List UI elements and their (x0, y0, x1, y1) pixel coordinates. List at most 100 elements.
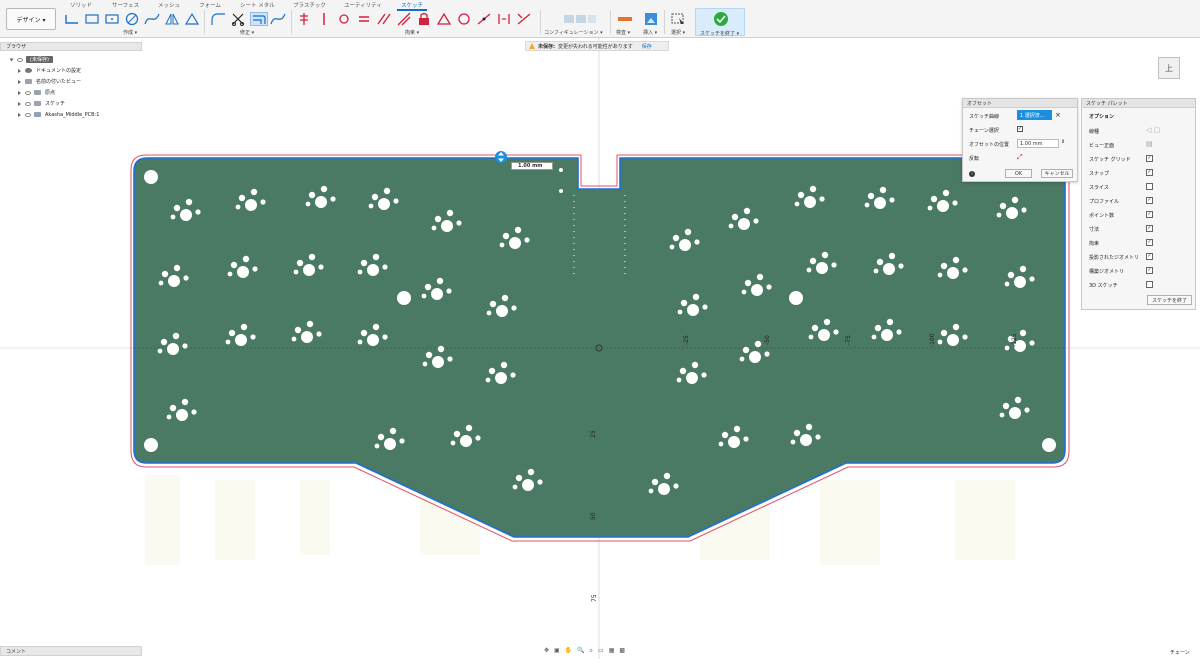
collinear-constraint-icon[interactable] (316, 12, 332, 26)
offset-drag-handle[interactable] (495, 151, 507, 163)
viewports-icon[interactable]: ▩ (619, 647, 625, 654)
expand-arrow-icon[interactable] (18, 101, 21, 106)
select-group-label[interactable]: 選択 ▾ (671, 29, 685, 36)
constraints-group-label[interactable]: 拘束 ▾ (405, 29, 419, 36)
ok-button[interactable]: OK (1005, 169, 1032, 178)
rectangle-tool-icon[interactable] (84, 12, 100, 26)
browser-panel-header[interactable]: ブラウザ (0, 42, 142, 51)
browser-item-component[interactable]: Akasha_Middle_PCB:1 (18, 110, 99, 119)
insert-image-icon[interactable] (643, 12, 659, 26)
construction-geometry-checkbox[interactable]: ✓ (1146, 267, 1153, 274)
configuration-icon[interactable] (560, 12, 600, 26)
zoom-icon[interactable]: 🔍 (577, 647, 584, 654)
coincident-constraint-icon[interactable] (296, 12, 312, 26)
circle-tool-icon[interactable] (124, 12, 140, 26)
tab-plastic[interactable]: プラスチック (293, 1, 326, 9)
finish-sketch-button[interactable]: スケッチを終了 (1147, 295, 1192, 305)
tangent-constraint-icon[interactable] (436, 12, 452, 26)
spline-tool-icon[interactable] (144, 12, 160, 26)
parallel-constraint-icon[interactable] (376, 12, 392, 26)
browser-item-sketches[interactable]: スケッチ (18, 99, 65, 108)
workspace-switcher-button[interactable]: デザイン ▾ (6, 8, 56, 30)
offset-tool-icon[interactable] (250, 12, 268, 26)
trim-tool-icon[interactable] (230, 12, 246, 26)
symmetric-constraint-icon[interactable] (496, 12, 512, 26)
fillet-tool-icon[interactable] (210, 12, 226, 26)
comments-panel-header[interactable]: コメント (0, 646, 142, 656)
select-tool-icon[interactable] (670, 12, 686, 26)
tab-solid[interactable]: ソリッド (70, 1, 92, 9)
equal-constraint-icon[interactable] (356, 12, 372, 26)
tab-sketch[interactable]: スケッチ (397, 1, 428, 11)
browser-item-named-views[interactable]: 名前の付いたビュー (18, 77, 81, 86)
expand-arrow-icon[interactable] (18, 68, 21, 73)
look-at-icon[interactable]: ▤ (1146, 140, 1153, 148)
view-cube[interactable]: 上 (1158, 57, 1180, 79)
info-icon[interactable]: i (969, 171, 975, 177)
expand-arrow-icon[interactable] (9, 58, 14, 61)
profile-checkbox[interactable]: ✓ (1146, 197, 1153, 204)
tab-utility[interactable]: ユーティリティ (344, 1, 382, 9)
cancel-button[interactable]: キャンセル (1041, 169, 1073, 178)
center-rectangle-tool-icon[interactable] (104, 12, 120, 26)
tab-surface[interactable]: サーフェス (112, 1, 139, 9)
inspect-measure-icon[interactable] (617, 12, 633, 26)
save-link[interactable]: 保存 (642, 43, 652, 50)
project-tool-icon[interactable] (184, 12, 200, 26)
fix-constraint-icon[interactable] (416, 12, 432, 26)
configuration-group-label[interactable]: コンフィギュレーション ▾ (544, 29, 603, 36)
linetype-icon[interactable]: ◁ ▢ (1146, 126, 1160, 134)
finish-sketch-toolbar-button[interactable]: スケッチを終了 ▾ (695, 8, 745, 37)
dimensions-checkbox[interactable]: ✓ (1146, 225, 1153, 232)
points-checkbox[interactable]: ✓ (1146, 211, 1153, 218)
constraints-checkbox[interactable]: ✓ (1146, 239, 1153, 246)
slice-checkbox[interactable] (1146, 183, 1153, 190)
fit-icon[interactable]: ⌕ (590, 647, 593, 655)
tab-form[interactable]: フォーム (199, 1, 221, 9)
offset-dialog-header[interactable]: オフセット (963, 99, 1077, 108)
snap-checkbox[interactable]: ✓ (1146, 169, 1153, 176)
browser-item-origin[interactable]: 原点 (18, 88, 55, 97)
expand-arrow-icon[interactable] (18, 90, 21, 95)
browser-root-item[interactable]: (未保存) (9, 55, 53, 64)
mirror-tool-icon[interactable] (164, 12, 180, 26)
inspect-group-label[interactable]: 検査 ▾ (616, 29, 630, 36)
look-at-icon[interactable]: ▣ (554, 647, 560, 654)
orbit-icon[interactable]: ✥ (544, 647, 549, 654)
concentric-constraint-icon[interactable] (336, 12, 352, 26)
visibility-eye-icon[interactable] (25, 101, 31, 106)
insert-group-label[interactable]: 挿入 ▾ (643, 29, 657, 36)
options-section-label[interactable]: オプション (1089, 113, 1114, 120)
visibility-eye-icon[interactable] (17, 57, 23, 62)
extend-tool-icon[interactable] (270, 12, 286, 26)
pcb-board-profile[interactable] (133, 157, 1066, 538)
offset-position-input[interactable]: 1.00 mm (1017, 139, 1059, 148)
tab-mesh[interactable]: メッシュ (158, 1, 180, 9)
perpendicular-constraint-icon[interactable] (396, 12, 412, 26)
grid-settings-icon[interactable]: ▦ (609, 647, 615, 654)
spinner-arrows-icon[interactable]: ⇕ (1061, 139, 1065, 145)
line-tool-icon[interactable] (64, 12, 80, 26)
tab-sheet-metal[interactable]: シート メタル (240, 1, 275, 9)
modify-group-label[interactable]: 修正 ▾ (240, 29, 254, 36)
visibility-eye-icon[interactable] (25, 90, 31, 95)
display-settings-icon[interactable]: ▭ (598, 647, 604, 654)
create-group-label[interactable]: 作成 ▾ (123, 29, 137, 36)
expand-arrow-icon[interactable] (18, 79, 21, 84)
expand-arrow-icon[interactable] (18, 112, 21, 117)
smooth-constraint-icon[interactable] (456, 12, 472, 26)
3d-sketch-checkbox[interactable] (1146, 281, 1153, 288)
visibility-eye-icon[interactable] (25, 112, 31, 117)
browser-item-document-settings[interactable]: ドキュメントの設定 (18, 66, 81, 75)
chain-select-checkbox[interactable]: ✓ (1017, 126, 1023, 132)
projected-geometry-checkbox[interactable]: ✓ (1146, 253, 1153, 260)
flip-button-icon[interactable]: ⤢ (1017, 153, 1023, 162)
sketch-palette-header[interactable]: スケッチ パレット (1082, 99, 1195, 108)
sketch-curve-selection-button[interactable]: 1 選択済... (1017, 110, 1052, 120)
grid-checkbox[interactable]: ✓ (1146, 155, 1153, 162)
clear-selection-icon[interactable]: × (1055, 111, 1061, 119)
pan-icon[interactable]: ✋ (565, 647, 572, 654)
horizontal-constraint-icon[interactable] (516, 12, 532, 26)
offset-dimension-input[interactable]: 1.00 mm (511, 162, 553, 170)
midpoint-constraint-icon[interactable] (476, 12, 492, 26)
